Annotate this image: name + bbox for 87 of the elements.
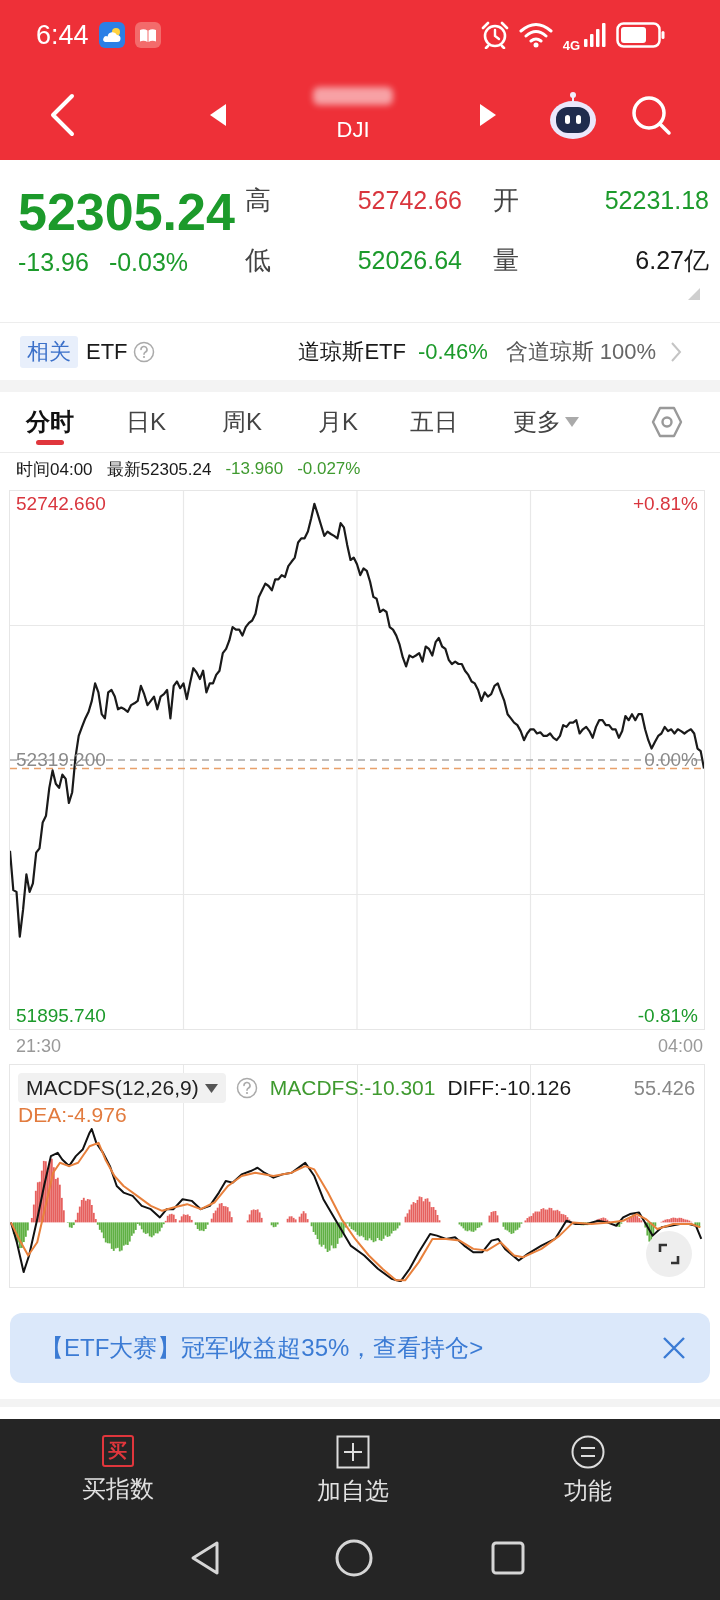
chart-tab[interactable]: 分时 — [2, 392, 98, 452]
stat-value: 6.27亿 — [635, 244, 709, 276]
book-app-icon — [134, 22, 161, 48]
triangle-left-icon[interactable] — [210, 104, 226, 126]
indicator-readout: DEA:-4.976 — [18, 1104, 127, 1126]
etf-name[interactable]: 道琼斯ETF — [298, 336, 406, 367]
signal-bars-icon — [584, 23, 606, 47]
etf-change: -0.46% — [418, 338, 488, 365]
positive-histogram-bars — [30, 1158, 65, 1223]
percent-change: -0.03% — [108, 247, 189, 277]
positive-histogram-bars — [660, 1217, 693, 1223]
holding-value: 100% — [599, 338, 656, 365]
menu-circle-icon — [570, 1435, 605, 1469]
quote-change-percent: -0.027% — [297, 459, 361, 479]
related-tag: 相关 — [20, 335, 78, 368]
positive-histogram-bars — [164, 1213, 177, 1223]
stat-label: 高 — [245, 183, 272, 217]
stat-label: 开 — [492, 183, 520, 217]
stat-label: 低 — [245, 243, 272, 277]
chart-tab[interactable]: 日K — [98, 392, 194, 452]
holding-label: 含道琼斯 — [505, 337, 594, 366]
buy-tile: 买 — [101, 1435, 134, 1467]
indicator-max-label: 55.426 — [633, 1076, 695, 1100]
negative-histogram-bars — [66, 1222, 75, 1228]
caret-down-icon — [204, 1083, 218, 1093]
stat-value: 52742.66 — [357, 185, 462, 215]
indicator-selector[interactable]: MACDFS(12,26,9) — [18, 1073, 226, 1103]
negative-histogram-bars — [614, 1222, 623, 1227]
quote-time: 时间04:00 — [16, 458, 93, 481]
positive-histogram-bars — [246, 1209, 263, 1223]
price-change: -13.96 — [18, 247, 89, 277]
positive-histogram-bars — [404, 1196, 441, 1223]
network-type: 4G — [562, 37, 580, 53]
caret-down-icon — [565, 417, 579, 427]
positive-histogram-bars — [74, 1197, 97, 1223]
add-to-watchlist-button[interactable]: 加自选 — [235, 1419, 470, 1519]
positive-histogram-bars — [524, 1207, 573, 1223]
price-axis-label: 52742.660 — [16, 492, 106, 516]
negative-histogram-bars — [458, 1222, 483, 1232]
recents-icon[interactable] — [491, 1540, 525, 1575]
negative-histogram-bars — [194, 1222, 209, 1232]
positive-histogram-bars — [488, 1210, 499, 1223]
stat-label: 量 — [492, 243, 520, 277]
more-tab[interactable]: 更多 — [486, 392, 606, 452]
percent-axis-label: -0.81% — [637, 1003, 698, 1028]
negative-histogram-bars — [502, 1222, 523, 1234]
status-time: 6:44 — [36, 19, 89, 51]
stat-value: 52026.64 — [357, 245, 462, 275]
close-icon[interactable] — [662, 1336, 686, 1360]
robot-assistant-icon[interactable] — [548, 90, 598, 140]
percent-axis-label: +0.81% — [633, 492, 698, 516]
negative-histogram-bars — [12, 1222, 29, 1249]
quote-latest: 最新52305.24 — [106, 458, 212, 481]
positive-histogram-bars — [626, 1214, 643, 1223]
price-axis-label: 51895.740 — [16, 1003, 106, 1028]
chart-tab[interactable]: 五日 — [386, 392, 482, 452]
positive-histogram-bars — [594, 1217, 611, 1223]
related-title: ETF — [86, 338, 128, 365]
indicator-readout: DIFF:-10.126 — [447, 1076, 572, 1100]
alarm-clock-icon — [480, 21, 509, 49]
chart-tab[interactable]: 月K — [290, 392, 386, 452]
last-price: 52305.24 — [18, 184, 236, 240]
index-code: DJI — [336, 117, 370, 143]
weather-app-icon — [98, 22, 125, 48]
positive-histogram-bars — [210, 1203, 233, 1223]
buy-index-button[interactable]: 买 买指数 — [0, 1419, 235, 1519]
battery-icon — [616, 22, 666, 48]
plus-square-icon — [335, 1435, 370, 1469]
chart-tab[interactable]: 周K — [194, 392, 290, 452]
home-icon[interactable] — [335, 1538, 373, 1577]
triangle-right-icon[interactable] — [480, 104, 496, 126]
quote-change: -13.960 — [225, 459, 284, 479]
wifi-icon — [518, 22, 553, 48]
help-icon[interactable] — [235, 1077, 258, 1099]
negative-histogram-bars — [694, 1222, 701, 1229]
positive-histogram-bars — [178, 1214, 193, 1223]
functions-button[interactable]: 功能 — [470, 1419, 705, 1519]
time-axis-label: 04:00 — [657, 1035, 703, 1057]
negative-histogram-bars — [270, 1222, 279, 1228]
stat-value: 52231.18 — [604, 185, 709, 215]
time-axis-label: 21:30 — [16, 1035, 62, 1057]
expand-icon[interactable] — [646, 1231, 692, 1277]
settings-icon[interactable] — [650, 405, 684, 439]
help-icon[interactable] — [132, 340, 155, 363]
indicator-readout: MACDFS:-10.301 — [269, 1076, 436, 1100]
back-icon[interactable] — [189, 1539, 221, 1576]
search-icon[interactable] — [630, 94, 672, 136]
